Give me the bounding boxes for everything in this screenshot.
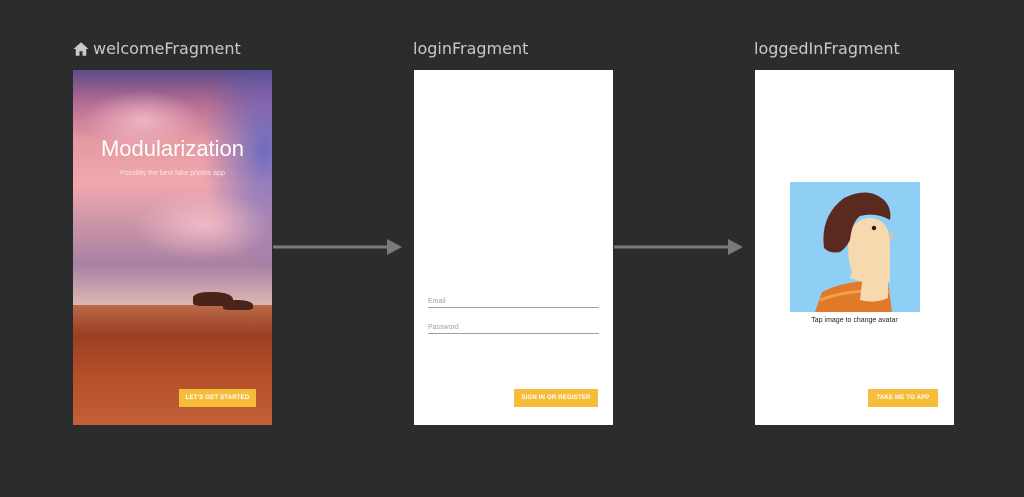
app-heading: Modularization: [100, 136, 245, 161]
sign-in-button[interactable]: SIGN IN OR REGISTER: [514, 389, 598, 407]
email-field[interactable]: Email: [428, 294, 599, 308]
desert-ground: [73, 305, 272, 425]
app-subtitle: Possibly the best fake photos app: [120, 170, 225, 177]
cloud-shape: [133, 190, 272, 260]
logged-in-fragment-title[interactable]: loggedInFragment: [754, 39, 900, 59]
login-fragment-label: loginFragment: [413, 39, 529, 58]
take-me-to-app-button[interactable]: TAKE ME TO APP: [868, 389, 938, 407]
password-placeholder: Password: [428, 324, 459, 331]
avatar-caption: Tap image to change avatar: [811, 317, 898, 324]
logged-in-fragment-screen[interactable]: Tap image to change avatar TAKE ME TO AP…: [755, 70, 954, 425]
rock-formation: [223, 300, 253, 310]
get-started-button[interactable]: LET'S GET STARTED: [179, 389, 256, 407]
login-fragment-screen[interactable]: Email Password SIGN IN OR REGISTER: [414, 70, 613, 425]
welcome-fragment-screen[interactable]: Modularization Possibly the best fake ph…: [73, 70, 272, 425]
welcome-fragment-label: welcomeFragment: [93, 39, 241, 58]
email-placeholder: Email: [428, 298, 446, 305]
login-fragment-title[interactable]: loginFragment: [413, 39, 528, 59]
avatar-image[interactable]: [790, 182, 920, 312]
logged-in-fragment-label: loggedInFragment: [754, 39, 900, 58]
welcome-fragment-title[interactable]: welcomeFragment: [72, 39, 241, 59]
arrow-right-icon: [273, 239, 402, 255]
password-field[interactable]: Password: [428, 320, 599, 334]
arrow-right-icon: [614, 239, 743, 255]
home-icon: [73, 42, 89, 56]
